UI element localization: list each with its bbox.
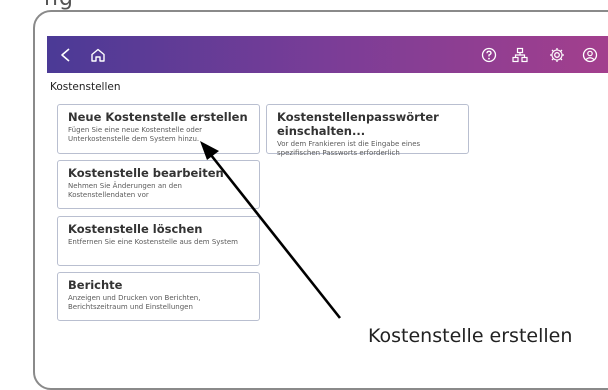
card-description: Vor dem Frankieren ist die Eingabe eines… [277,140,421,157]
home-icon[interactable] [83,36,113,73]
help-icon[interactable] [474,36,504,73]
card-title: Berichte [68,278,123,292]
account-icon[interactable] [575,36,605,73]
card-description: Anzeigen und Drucken von Berichten, Beri… [68,294,201,311]
app-bar [47,36,608,73]
back-icon[interactable] [51,36,81,73]
card-title: Kostenstelle bearbeiten [68,166,224,180]
card-description: Fügen Sie eine neue Kostenstelle oder Un… [68,126,203,143]
card-description: Nehmen Sie Änderungen an den Kostenstell… [68,182,182,199]
settings-icon[interactable] [542,36,572,73]
cost-center-passwords-card[interactable]: Kostenstellenpasswörter einschalten... V… [266,104,469,157]
delete-cost-center-card[interactable]: Kostenstelle löschen Entfernen Sie eine … [57,216,260,266]
page-title: Kostenstellen [50,81,121,93]
edit-cost-center-card[interactable]: Kostenstelle bearbeiten Nehmen Sie Änder… [57,160,260,209]
card-description: Entfernen Sie eine Kostenstelle aus dem … [68,238,238,246]
network-icon[interactable] [505,36,535,73]
reports-card[interactable]: Berichte Anzeigen und Drucken von Berich… [57,272,260,321]
create-cost-center-card[interactable]: Neue Kostenstelle erstellen Fügen Sie ei… [57,104,260,154]
card-title: Kostenstelle löschen [68,222,203,236]
annotation-label: Kostenstelle erstellen [368,325,573,347]
card-title: Kostenstellenpasswörter einschalten... [277,110,439,138]
card-title: Neue Kostenstelle erstellen [68,110,248,124]
